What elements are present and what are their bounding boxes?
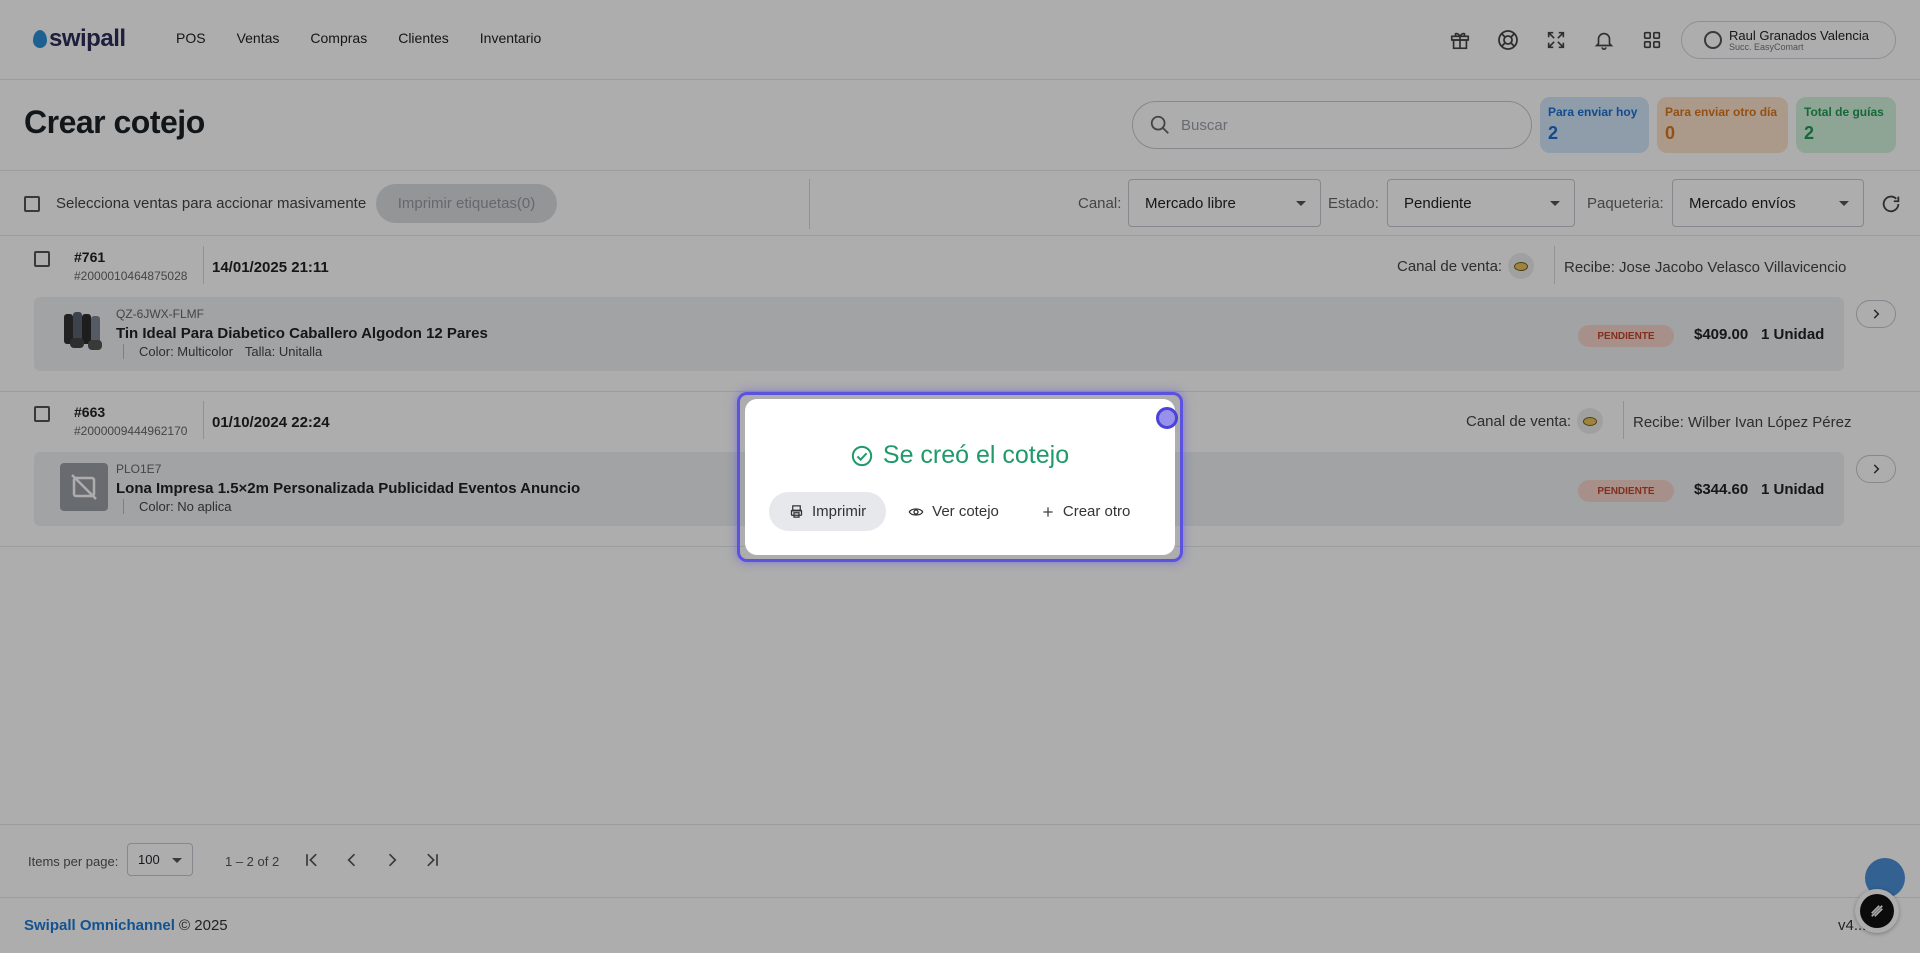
create-another-button[interactable]: Crear otro [1021,492,1151,531]
print-button[interactable]: Imprimir [769,492,887,531]
eye-icon [908,507,924,516]
create-another-button-label: Crear otro [1062,503,1131,520]
check-circle-icon [851,445,873,466]
dialog-actions: Imprimir Ver cotejo Crear otro [769,492,1152,531]
view-cotejo-button-label: Ver cotejo [932,503,999,520]
plus-icon [1043,506,1053,517]
pointer-indicator [1156,407,1178,429]
printer-icon [790,505,803,518]
success-message-text: Se creó el cotejo [882,441,1070,469]
success-dialog: Se creó el cotejo Imprimir Ver cotejo Cr… [745,399,1175,555]
view-cotejo-button[interactable]: Ver cotejo [888,492,1019,531]
success-message: Se creó el cotejo [745,441,1175,470]
print-button-label: Imprimir [812,503,867,520]
